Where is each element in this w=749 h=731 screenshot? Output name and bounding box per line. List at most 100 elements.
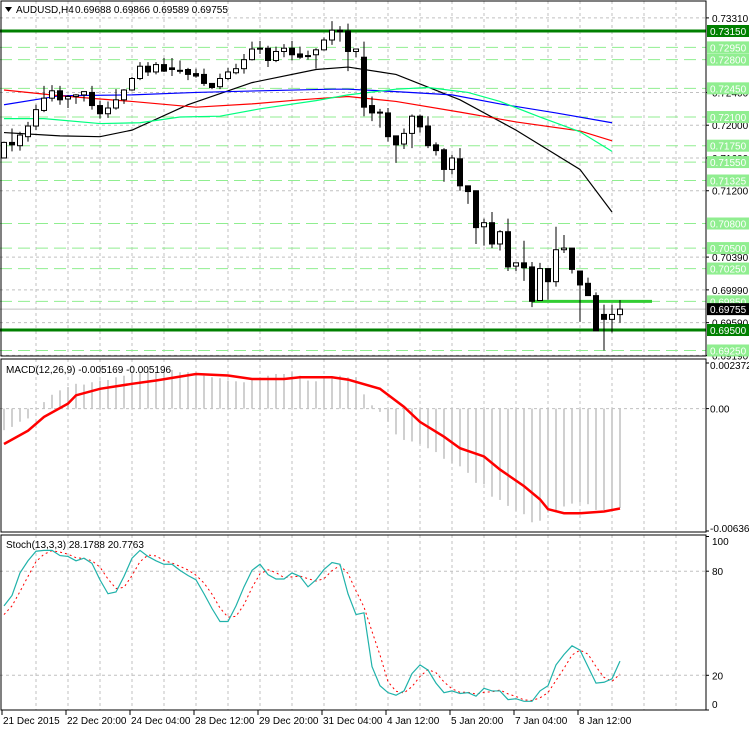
time-axis-label: 7 Jan 04:00	[515, 716, 568, 727]
ohlc-label: 0.69688 0.69866 0.69589 0.69755	[75, 5, 228, 16]
candle-body-bear	[169, 67, 175, 71]
candle	[537, 262, 543, 302]
candle-body-bear	[9, 141, 15, 146]
candle-body-bear	[177, 69, 183, 72]
candle-body-bear	[377, 111, 383, 114]
level-price-label: 0.69250	[710, 346, 747, 357]
candle-body-bull	[41, 97, 47, 111]
candle-body-bear	[569, 247, 575, 270]
candle	[593, 292, 599, 332]
candle-body-bull	[513, 262, 519, 267]
candle-body-bear	[441, 149, 447, 170]
candle-body-bear	[577, 270, 583, 286]
time-axis-label: 8 Jan 12:00	[579, 716, 632, 727]
candle-body-bull	[225, 71, 231, 80]
candle-body-bear	[385, 112, 391, 138]
key-level-price-label: 0.69500	[710, 326, 747, 337]
candle-body-bear	[89, 91, 95, 107]
current-price-label: 0.69755	[710, 305, 747, 316]
candle-body-bull	[217, 78, 223, 88]
candle-body-bull	[537, 268, 543, 302]
time-axis-label: 24 Dec 04:00	[131, 716, 191, 727]
candle-body-bull	[497, 231, 503, 245]
candle-body-bull	[17, 134, 23, 147]
candle-body-bull	[481, 222, 487, 228]
level-price-label: 0.72800	[710, 56, 747, 67]
candle-body-bull	[73, 94, 79, 98]
candle-body-bear	[185, 69, 191, 75]
candle-body-bull	[105, 107, 111, 115]
level-price-label: 0.72450	[710, 84, 747, 95]
candle	[321, 37, 327, 51]
time-axis-label: 28 Dec 12:00	[195, 716, 255, 727]
candle-body-bull	[25, 125, 31, 138]
time-axis-label: 21 Dec 2015	[3, 716, 60, 727]
candle-body-bear	[489, 222, 495, 245]
candle-body-bull	[321, 39, 327, 51]
level-price-label: 0.71325	[710, 177, 747, 188]
candle-body-bear	[457, 158, 463, 187]
trading-chart[interactable]: 0.733100.724000.720000.716000.712000.703…	[0, 0, 749, 731]
candle-body-bull	[409, 115, 415, 134]
time-axis-label: 29 Dec 20:00	[259, 716, 319, 727]
candle-body-bull	[121, 89, 127, 101]
candle-body-bull	[65, 96, 71, 100]
candle-body-bear	[521, 262, 527, 269]
candle-body-bear	[345, 30, 351, 52]
candle-body-bear	[601, 313, 607, 320]
candle-body-bear	[425, 125, 431, 147]
candle-body-bear	[529, 266, 535, 302]
macd-label: MACD(12,26,9) -0.005169 -0.005196	[6, 365, 172, 376]
price-axis-label: 0.71200	[712, 187, 749, 198]
candle-body-bull	[553, 249, 559, 283]
candle-body-bear	[305, 55, 311, 58]
stoch-axis-label: 20	[712, 671, 724, 682]
chart-header: AUDUSD,H4 0.69688 0.69866 0.69589 0.6975…	[5, 5, 228, 16]
candle-body-bear	[57, 90, 63, 101]
candle-body-bear	[145, 65, 151, 73]
candle-body-bear	[297, 53, 303, 58]
candle-body-bull	[249, 48, 255, 61]
candle-body-bear	[585, 282, 591, 297]
candle-body-bull	[561, 247, 567, 251]
candle-body-bull	[1, 141, 7, 159]
candle	[569, 247, 575, 274]
time-axis-label: 4 Jan 12:00	[387, 716, 440, 727]
macd-axis-label: 0.002372	[710, 361, 749, 372]
candle-body-bear	[417, 115, 423, 128]
candle-body-bear	[201, 73, 207, 84]
candle-body-bear	[193, 73, 199, 77]
candle	[129, 76, 135, 91]
candle-body-bull	[273, 50, 279, 61]
time-axis-label: 22 Dec 20:00	[67, 716, 127, 727]
candle-body-bull	[81, 91, 87, 96]
candle	[529, 262, 535, 308]
candle-body-bull	[281, 47, 287, 52]
level-price-label: 0.71750	[710, 142, 747, 153]
candle-body-bear	[393, 135, 399, 146]
candle-body-bear	[209, 82, 215, 89]
level-price-label: 0.70800	[710, 220, 747, 231]
stoch-axis-label: 100	[712, 537, 729, 548]
level-price-label: 0.72100	[710, 113, 747, 124]
macd-axis-label: -0.006364	[710, 524, 749, 535]
candle-body-bull	[353, 48, 359, 52]
time-axis-label: 31 Dec 04:00	[323, 716, 383, 727]
level-price-label: 0.71550	[710, 158, 747, 169]
candle-body-bull	[113, 99, 119, 109]
candle-body-bear	[361, 56, 367, 108]
stoch-axis-label: 80	[712, 567, 724, 578]
candle	[385, 108, 391, 142]
candle-body-bull	[33, 109, 39, 127]
candle-body-bull	[609, 313, 615, 320]
stoch-label: Stoch(13,3,3) 28.1788 20.7763	[6, 540, 144, 551]
candle-body-bear	[257, 47, 263, 50]
candle-body-bull	[329, 29, 335, 41]
candle-body-bear	[289, 47, 295, 56]
candle-body-bull	[49, 90, 55, 99]
candle-body-bear	[265, 47, 271, 61]
candle-body-bear	[593, 295, 599, 332]
candle-body-bear	[161, 64, 167, 72]
level-price-label: 0.70500	[710, 244, 747, 255]
candle-body-bear	[97, 105, 103, 115]
